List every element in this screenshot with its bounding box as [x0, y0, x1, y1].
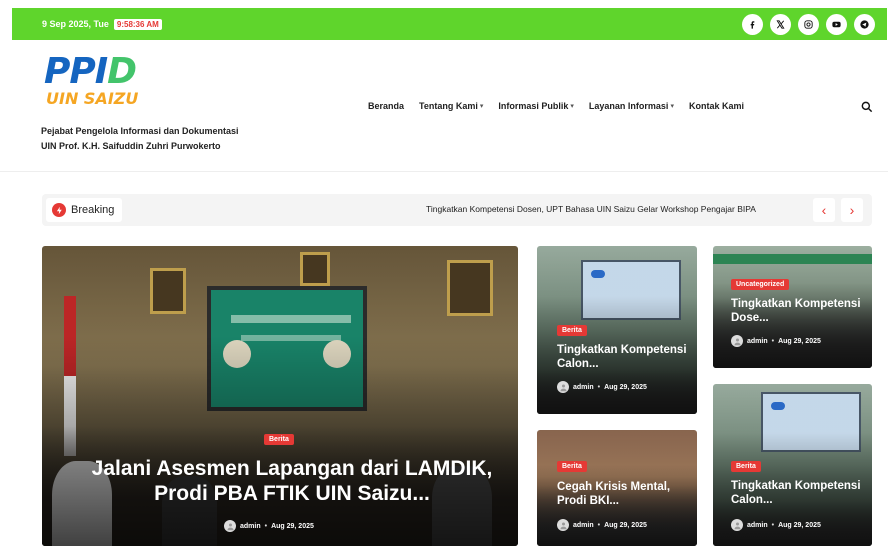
- site-header: PPID UIN SAIZU Pejabat Pengelola Informa…: [0, 40, 888, 172]
- nav-item-beranda[interactable]: Beranda: [368, 101, 404, 111]
- post-title[interactable]: Jalani Asesmen Lapangan dari LAMDIK, Pro…: [82, 456, 502, 506]
- site-logo[interactable]: PPID UIN SAIZU: [44, 54, 174, 118]
- next-button[interactable]: ›: [841, 198, 863, 222]
- category-badge[interactable]: Berita: [557, 325, 587, 336]
- site-tagline: Pejabat Pengelola Informasi dan Dokument…: [41, 124, 239, 154]
- lightning-icon: [52, 203, 66, 217]
- post-meta: admin • Aug 29, 2025: [557, 381, 647, 393]
- avatar: [731, 335, 743, 347]
- nav-item-informasi-publik[interactable]: Informasi Publik ▾: [498, 101, 574, 111]
- chevron-down-icon: ▾: [670, 103, 674, 110]
- prev-button[interactable]: ‹: [813, 198, 835, 222]
- breaking-news-bar: Breaking Tingkatkan Kompetensi Dosen, UP…: [42, 194, 872, 226]
- category-badge[interactable]: Berita: [731, 461, 761, 472]
- post-author[interactable]: admin: [747, 338, 768, 345]
- post-author[interactable]: admin: [747, 522, 768, 529]
- nav-item-kontak-kami[interactable]: Kontak Kami: [689, 101, 744, 111]
- post-date: Aug 29, 2025: [604, 383, 647, 391]
- nav-label: Informasi Publik: [498, 101, 569, 111]
- instagram-icon[interactable]: [798, 13, 819, 35]
- logo-subtitle: UIN SAIZU: [46, 89, 139, 108]
- breaking-text: Breaking: [71, 204, 115, 216]
- social-links: [742, 13, 875, 35]
- post-date: Aug 29, 2025: [604, 521, 647, 529]
- nav-label: Tentang Kami: [419, 101, 478, 111]
- post-title[interactable]: Tingkatkan Kompetensi Calon...: [557, 344, 687, 372]
- nav-label: Kontak Kami: [688, 101, 744, 111]
- post-card[interactable]: Uncategorized Tingkatkan Kompetensi Dose…: [713, 246, 872, 368]
- breaking-label: Breaking: [46, 198, 123, 222]
- post-title[interactable]: Tingkatkan Kompetensi Dose...: [731, 298, 865, 326]
- main-nav: Beranda Tentang Kami ▾ Informasi Publik …: [368, 101, 744, 111]
- post-card[interactable]: Berita Cegah Krisis Mental, Prodi BKI...…: [537, 430, 697, 546]
- tagline-line-2: UIN Prof. K.H. Saifuddin Zuhri Purwokert…: [41, 141, 221, 151]
- post-date: Aug 29, 2025: [271, 522, 314, 530]
- featured-post[interactable]: Berita Jalani Asesmen Lapangan dari LAMD…: [42, 246, 518, 546]
- avatar: [557, 381, 569, 393]
- nav-item-tentang-kami[interactable]: Tentang Kami ▾: [419, 101, 483, 111]
- youtube-icon[interactable]: [826, 13, 847, 35]
- tagline-line-1: Pejabat Pengelola Informasi dan Dokument…: [41, 126, 239, 136]
- x-icon[interactable]: [770, 13, 791, 35]
- post-author[interactable]: admin: [573, 384, 594, 391]
- chevron-down-icon: ▾: [479, 103, 484, 110]
- facebook-icon[interactable]: [742, 13, 763, 35]
- post-date: Aug 29, 2025: [778, 521, 821, 529]
- post-meta: admin • Aug 29, 2025: [731, 335, 821, 347]
- avatar: [224, 520, 236, 532]
- breaking-headline[interactable]: Tingkatkan Kompetensi Dosen, UPT Bahasa …: [426, 204, 756, 214]
- post-meta: admin • Aug 29, 2025: [224, 520, 314, 532]
- category-badge[interactable]: Uncategorized: [731, 279, 790, 290]
- post-card[interactable]: Berita Tingkatkan Kompetensi Calon... ad…: [537, 246, 697, 414]
- post-title[interactable]: Tingkatkan Kompetensi Calon...: [731, 480, 865, 508]
- logo-ppid: PPID: [44, 51, 137, 92]
- post-meta: admin • Aug 29, 2025: [557, 519, 647, 531]
- avatar: [731, 519, 743, 531]
- telegram-icon[interactable]: [854, 13, 875, 35]
- nav-label: Layanan Informasi: [588, 101, 669, 111]
- search-icon[interactable]: [860, 100, 874, 114]
- top-bar: 9 Sep 2025, Tue 9:58:36 AM: [12, 8, 887, 40]
- post-meta: admin • Aug 29, 2025: [731, 519, 821, 531]
- nav-label: Beranda: [368, 101, 405, 111]
- clock-badge: 9:58:36 AM: [113, 18, 162, 30]
- avatar: [557, 519, 569, 531]
- date-text: 9 Sep 2025, Tue: [42, 19, 109, 29]
- nav-item-layanan-informasi[interactable]: Layanan Informasi ▾: [589, 101, 674, 111]
- post-card[interactable]: Berita Tingkatkan Kompetensi Calon... ad…: [713, 384, 872, 546]
- post-title[interactable]: Cegah Krisis Mental, Prodi BKI...: [557, 481, 687, 509]
- chevron-down-icon: ▾: [570, 103, 574, 110]
- post-author[interactable]: admin: [240, 523, 261, 530]
- category-badge[interactable]: Berita: [557, 461, 587, 472]
- post-date: Aug 29, 2025: [778, 337, 821, 345]
- date-display: 9 Sep 2025, Tue 9:58:36 AM: [42, 18, 162, 30]
- category-badge[interactable]: Berita: [264, 434, 294, 445]
- post-author[interactable]: admin: [573, 522, 594, 529]
